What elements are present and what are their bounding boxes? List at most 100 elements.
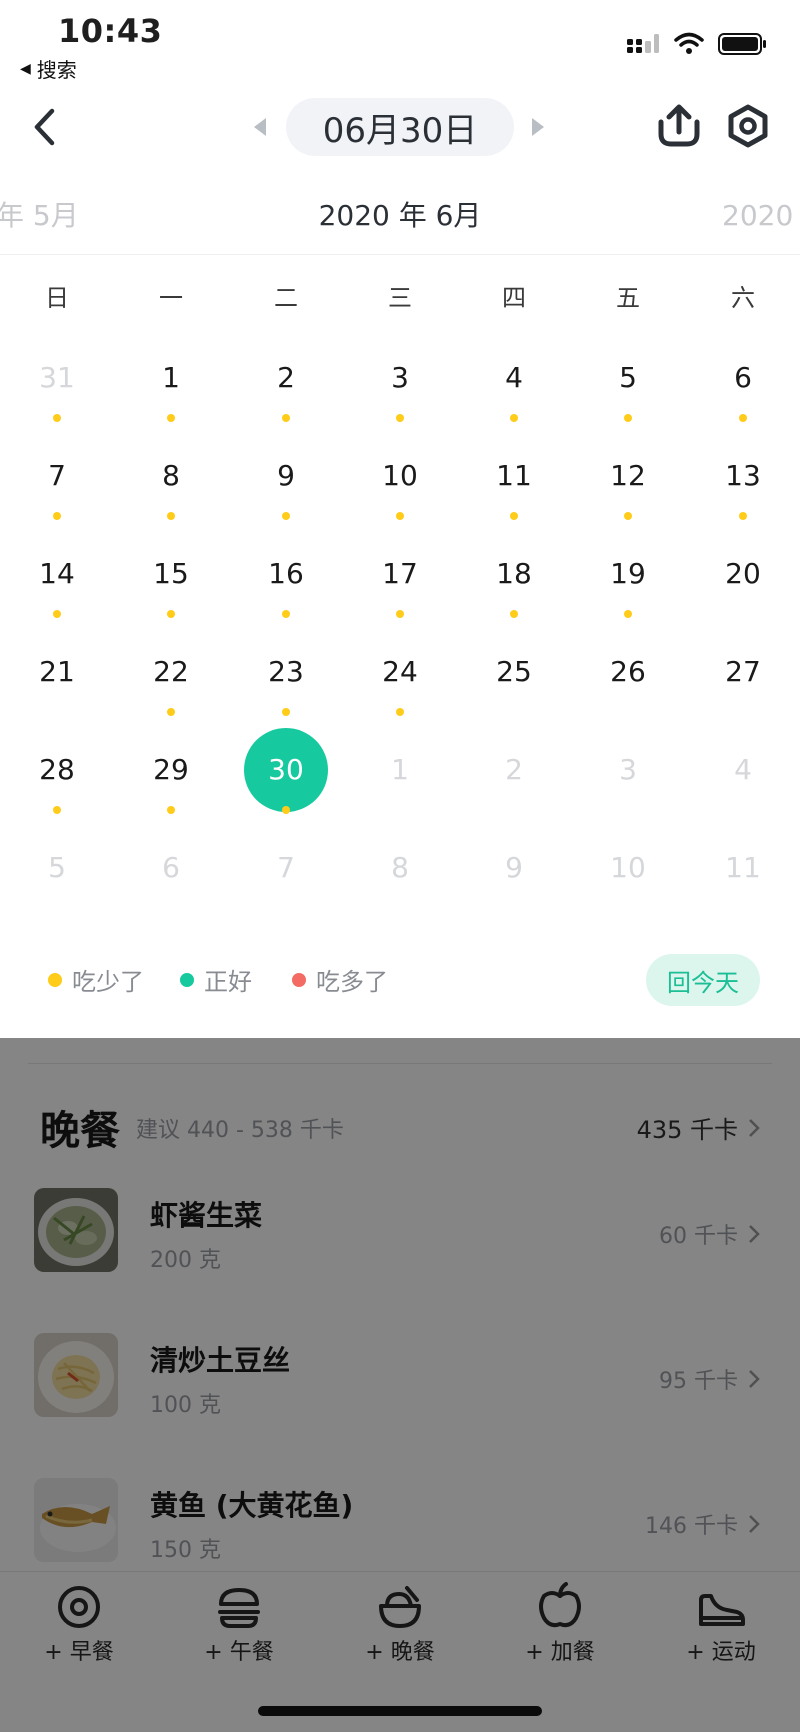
back-to-app-link[interactable]: ◀ 搜索: [20, 54, 77, 83]
calendar-day[interactable]: 23: [229, 642, 343, 740]
calendar-day[interactable]: 1: [114, 348, 228, 446]
calendar-day-selected[interactable]: 30: [229, 728, 343, 838]
calendar-day-number: 1: [391, 753, 409, 786]
weekday-wed: 三: [388, 284, 412, 312]
legend-low-label: 吃少了: [72, 968, 144, 996]
calendar-day-number: 4: [734, 753, 752, 786]
divider: [0, 254, 800, 255]
calendar-day[interactable]: 3: [343, 348, 457, 446]
calendar-day[interactable]: 26: [571, 642, 685, 740]
caret-right-icon: [532, 118, 544, 136]
calendar-day[interactable]: 8: [343, 838, 457, 936]
next-date-button[interactable]: [530, 116, 546, 142]
calendar-day[interactable]: 20: [686, 544, 800, 642]
calendar-day-number: 12: [610, 459, 646, 492]
calendar-day-number: 29: [153, 753, 189, 786]
calendar-day[interactable]: 17: [343, 544, 457, 642]
calendar-day[interactable]: 6: [686, 348, 800, 446]
calendar-day-number: 16: [268, 557, 304, 590]
prev-date-button[interactable]: [252, 116, 268, 142]
calendar-day-number: 5: [48, 851, 66, 884]
wifi-icon: [674, 32, 704, 54]
intake-status-dot: [167, 610, 175, 618]
calendar-day[interactable]: 2: [229, 348, 343, 446]
calendar-day[interactable]: 2: [457, 740, 571, 838]
share-button[interactable]: [656, 104, 702, 152]
caret-left-icon: [254, 118, 266, 136]
calendar-day[interactable]: 18: [457, 544, 571, 642]
month-next[interactable]: 2020 年: [722, 194, 800, 234]
calendar-day[interactable]: 10: [571, 838, 685, 936]
calendar-day-number: 31: [39, 361, 75, 394]
calendar-day-number: 23: [268, 655, 304, 688]
calendar-day-number: 17: [382, 557, 418, 590]
status-icons: [626, 32, 768, 56]
calendar-day[interactable]: 28: [0, 740, 114, 838]
calendar-day-number: 2: [277, 361, 295, 394]
calendar-day-number: 1: [162, 361, 180, 394]
calendar-day[interactable]: 15: [114, 544, 228, 642]
back-button[interactable]: [26, 104, 62, 150]
settings-button[interactable]: [726, 104, 770, 152]
intake-status-dot: [282, 512, 290, 520]
calendar-day[interactable]: 7: [0, 446, 114, 544]
calendar-day[interactable]: 9: [457, 838, 571, 936]
calendar-day[interactable]: 4: [686, 740, 800, 838]
calendar-day[interactable]: 7: [229, 838, 343, 936]
calendar-day-number: 14: [39, 557, 75, 590]
calendar-day[interactable]: 9: [229, 446, 343, 544]
intake-status-dot: [53, 414, 61, 422]
calendar-day-number: 3: [619, 753, 637, 786]
calendar-day-number: 28: [39, 753, 75, 786]
intake-status-dot: [167, 806, 175, 814]
calendar-day[interactable]: 12: [571, 446, 685, 544]
calendar-day[interactable]: 1: [343, 740, 457, 838]
calendar-day[interactable]: 11: [686, 838, 800, 936]
calendar-day[interactable]: 31: [0, 348, 114, 446]
dim-overlay[interactable]: [0, 1038, 800, 1732]
calendar-day[interactable]: 13: [686, 446, 800, 544]
calendar-day[interactable]: 21: [0, 642, 114, 740]
legend-ok: 正好: [180, 962, 252, 997]
calendar-day[interactable]: 16: [229, 544, 343, 642]
weekday-fri: 五: [616, 284, 640, 312]
calendar-day[interactable]: 4: [457, 348, 571, 446]
back-to-today-button[interactable]: 回今天: [646, 954, 760, 1006]
calendar-day[interactable]: 24: [343, 642, 457, 740]
intake-status-dot: [167, 708, 175, 716]
intake-status-dot: [282, 414, 290, 422]
calendar-day[interactable]: 5: [571, 348, 685, 446]
calendar-day[interactable]: 5: [0, 838, 114, 936]
intake-status-dot: [739, 512, 747, 520]
calendar-day-number: 24: [382, 655, 418, 688]
calendar-day[interactable]: 29: [114, 740, 228, 838]
calendar-day[interactable]: 8: [114, 446, 228, 544]
intake-status-dot: [167, 512, 175, 520]
calendar-day-number: 7: [48, 459, 66, 492]
calendar-day[interactable]: 27: [686, 642, 800, 740]
calendar-day[interactable]: 22: [114, 642, 228, 740]
calendar-day[interactable]: 6: [114, 838, 228, 936]
back-triangle-icon: ◀: [20, 60, 31, 77]
calendar-day[interactable]: 14: [0, 544, 114, 642]
current-date-pill[interactable]: 06月30日: [286, 98, 514, 156]
calendar-day[interactable]: 10: [343, 446, 457, 544]
calendar-day[interactable]: 25: [457, 642, 571, 740]
calendar-day[interactable]: 3: [571, 740, 685, 838]
legend-ok-label: 正好: [204, 968, 252, 996]
intake-status-dot: [624, 512, 632, 520]
calendar-day-number: 3: [391, 361, 409, 394]
intake-status-dot: [510, 414, 518, 422]
calendar-day-number: 9: [277, 459, 295, 492]
calendar-day[interactable]: 19: [571, 544, 685, 642]
calendar-day[interactable]: 11: [457, 446, 571, 544]
calendar-day-number: 6: [734, 361, 752, 394]
calendar-day-number: 5: [619, 361, 637, 394]
intake-status-dot: [282, 708, 290, 716]
intake-status-dot: [624, 414, 632, 422]
calendar-day-number: 26: [610, 655, 646, 688]
intake-status-dot: [282, 610, 290, 618]
legend-high: 吃多了: [292, 962, 388, 997]
calendar-day-number: 8: [162, 459, 180, 492]
intake-status-dot: [53, 512, 61, 520]
